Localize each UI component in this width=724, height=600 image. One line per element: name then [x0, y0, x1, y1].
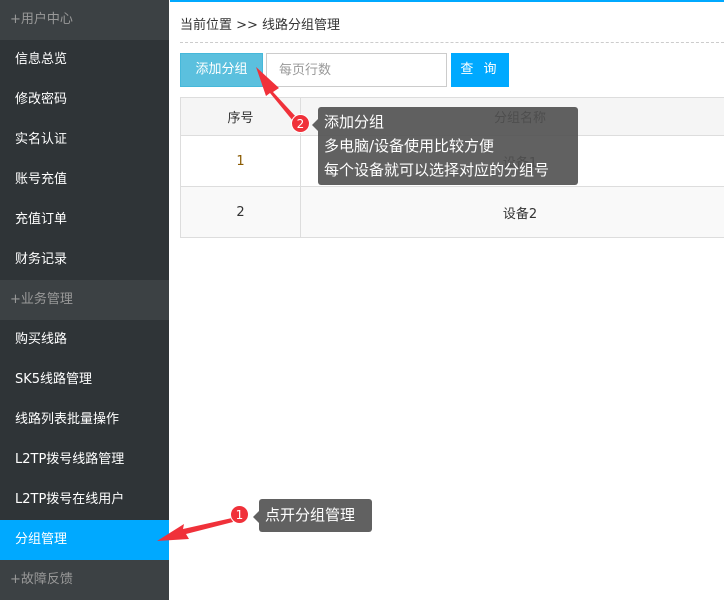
sidebar-section-feedback[interactable]: +故障反馈: [0, 560, 169, 600]
tooltip-line: 点开分组管理: [265, 506, 355, 524]
sidebar-section-user-center[interactable]: +用户中心: [0, 0, 169, 40]
sidebar-item-overview[interactable]: 信息总览: [0, 40, 169, 80]
sidebar-item-l2tp-online[interactable]: L2TP拨号在线用户: [0, 480, 169, 520]
breadcrumb: 当前位置 >> 线路分组管理: [180, 14, 340, 33]
annotation-badge-1: 1: [230, 505, 249, 524]
sidebar: +用户中心 信息总览 修改密码 实名认证 账号充值 充值订单 财务记录 +业务管…: [0, 0, 169, 594]
divider: [180, 42, 724, 43]
sidebar-item-buy-lines[interactable]: 购买线路: [0, 320, 169, 360]
table-row[interactable]: 2 设备2: [181, 187, 724, 238]
cell-group-name: 设备2: [301, 187, 724, 238]
sidebar-item-verification[interactable]: 实名认证: [0, 120, 169, 160]
main-content: 当前位置 >> 线路分组管理 添加分组 查 询 序号 分组名称 1 设备1 2 …: [170, 0, 724, 594]
annotation-tooltip-2: 添加分组 多电脑/设备使用比较方便 每个设备就可以选择对应的分组号: [318, 107, 578, 185]
annotation-badge-2: 2: [291, 114, 310, 133]
query-button[interactable]: 查 询: [451, 53, 509, 87]
sidebar-item-recharge-orders[interactable]: 充值订单: [0, 200, 169, 240]
sidebar-section-business[interactable]: +业务管理: [0, 280, 169, 320]
sidebar-item-change-password[interactable]: 修改密码: [0, 80, 169, 120]
sidebar-item-finance[interactable]: 财务记录: [0, 240, 169, 280]
sidebar-item-l2tp-lines[interactable]: L2TP拨号线路管理: [0, 440, 169, 480]
tooltip-line: 多电脑/设备使用比较方便: [324, 134, 572, 158]
annotation-tooltip-1: 点开分组管理: [259, 499, 372, 532]
sidebar-item-sk5-lines[interactable]: SK5线路管理: [0, 360, 169, 400]
cell-index: 2: [181, 187, 301, 238]
tooltip-line: 添加分组: [324, 110, 572, 134]
rows-per-page-input[interactable]: [266, 53, 447, 87]
tooltip-line: 每个设备就可以选择对应的分组号: [324, 158, 572, 182]
cell-index: 1: [181, 136, 301, 187]
add-group-button[interactable]: 添加分组: [180, 53, 263, 87]
sidebar-item-group-management[interactable]: 分组管理: [0, 520, 169, 560]
header-index: 序号: [181, 98, 301, 136]
sidebar-item-batch-ops[interactable]: 线路列表批量操作: [0, 400, 169, 440]
sidebar-item-recharge[interactable]: 账号充值: [0, 160, 169, 200]
